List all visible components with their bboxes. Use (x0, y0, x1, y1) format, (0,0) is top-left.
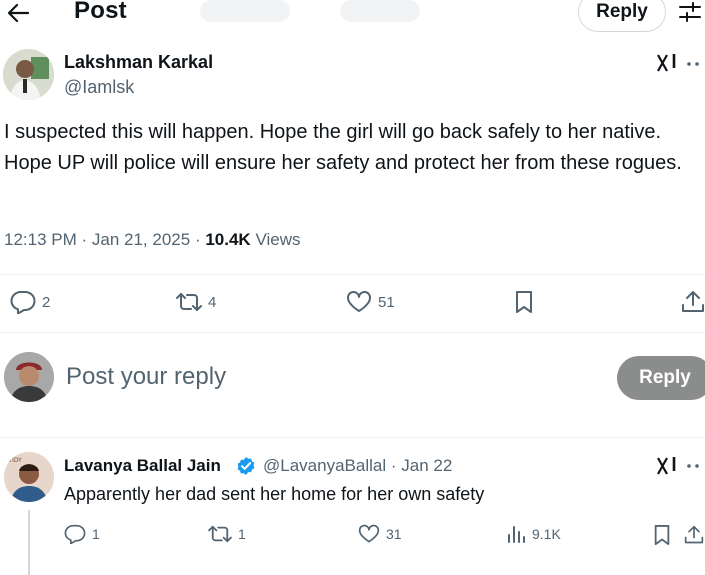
author-handle[interactable]: @Iamlsk (64, 77, 134, 98)
share-icon (684, 525, 704, 544)
repost-action[interactable]: 4 (176, 291, 216, 313)
reply-icon (10, 291, 36, 314)
filter-icon[interactable] (678, 0, 702, 24)
reply-date[interactable]: Jan 22 (401, 456, 452, 475)
reply-button[interactable]: Reply (617, 356, 705, 400)
like-count: 51 (378, 293, 395, 311)
reply-text: Apparently her dad sent her home for her… (64, 484, 485, 504)
reply-reply-action[interactable]: 1 (64, 524, 100, 544)
back-button[interactable] (4, 0, 32, 26)
views-icon (508, 526, 525, 543)
divider (0, 274, 705, 275)
verified-icon (236, 456, 256, 476)
divider (0, 332, 705, 333)
tweet-text: I suspected this will happen. Hope the g… (4, 121, 682, 174)
reply-author-meta: @LavanyaBallal · Jan 22 (263, 456, 453, 475)
repost-count: 4 (208, 293, 217, 311)
header-blur (340, 0, 420, 22)
like-action[interactable]: 51 (346, 291, 395, 313)
header-reply-button[interactable]: Reply (578, 0, 666, 32)
reply-icon (64, 524, 86, 544)
more-icon[interactable] (686, 463, 702, 469)
reply-author-avatar[interactable]: VIDY (4, 452, 54, 502)
back-arrow-icon (7, 3, 29, 23)
reply-like-count: 31 (386, 526, 402, 542)
bookmark-icon (654, 525, 670, 545)
reply-input[interactable]: Post your reply (66, 363, 226, 391)
reply-views-action[interactable]: 9.1K (506, 524, 561, 544)
reply-like-action[interactable]: 31 (358, 524, 402, 544)
tweet-date[interactable]: Jan 21, 2025 (92, 230, 190, 249)
reply-action[interactable]: 2 (10, 290, 50, 314)
tweet-meta: 12:13 PM · Jan 21, 2025 · 10.4K Views (4, 230, 301, 249)
more-icon[interactable] (686, 61, 702, 67)
share-action[interactable] (681, 290, 705, 314)
reply-repost-action[interactable]: 1 (208, 524, 246, 544)
like-icon (358, 524, 380, 543)
svg-text:VIDY: VIDY (8, 457, 22, 464)
user-avatar[interactable] (4, 352, 54, 402)
reply-share-action[interactable] (684, 524, 705, 546)
reply-author-handle[interactable]: @LavanyaBallal (263, 456, 386, 475)
reply-repost-count: 1 (238, 526, 246, 542)
views-count: 10.4K (205, 230, 251, 249)
views-label: Views (255, 230, 301, 249)
page-title: Post (74, 0, 127, 24)
bookmark-icon (516, 291, 532, 313)
repost-icon (176, 293, 202, 311)
reply-count: 2 (42, 293, 51, 311)
author-name[interactable]: Lakshman Karkal (64, 52, 213, 73)
tweet-time[interactable]: 12:13 PM (4, 230, 77, 249)
repost-icon (208, 525, 232, 543)
reply-reply-count: 1 (92, 526, 100, 542)
grok-icon[interactable] (656, 53, 678, 73)
grok-icon[interactable] (656, 456, 678, 476)
bookmark-action[interactable] (513, 290, 541, 314)
like-icon (347, 291, 371, 312)
share-icon (682, 291, 704, 312)
author-avatar[interactable] (3, 49, 54, 100)
reply-bookmark-action[interactable] (652, 524, 678, 546)
reply-views-count: 9.1K (532, 526, 561, 542)
header-blur (200, 0, 290, 22)
divider (0, 437, 705, 438)
thread-line (28, 510, 30, 575)
reply-author-name[interactable]: Lavanya Ballal Jain (64, 456, 221, 476)
